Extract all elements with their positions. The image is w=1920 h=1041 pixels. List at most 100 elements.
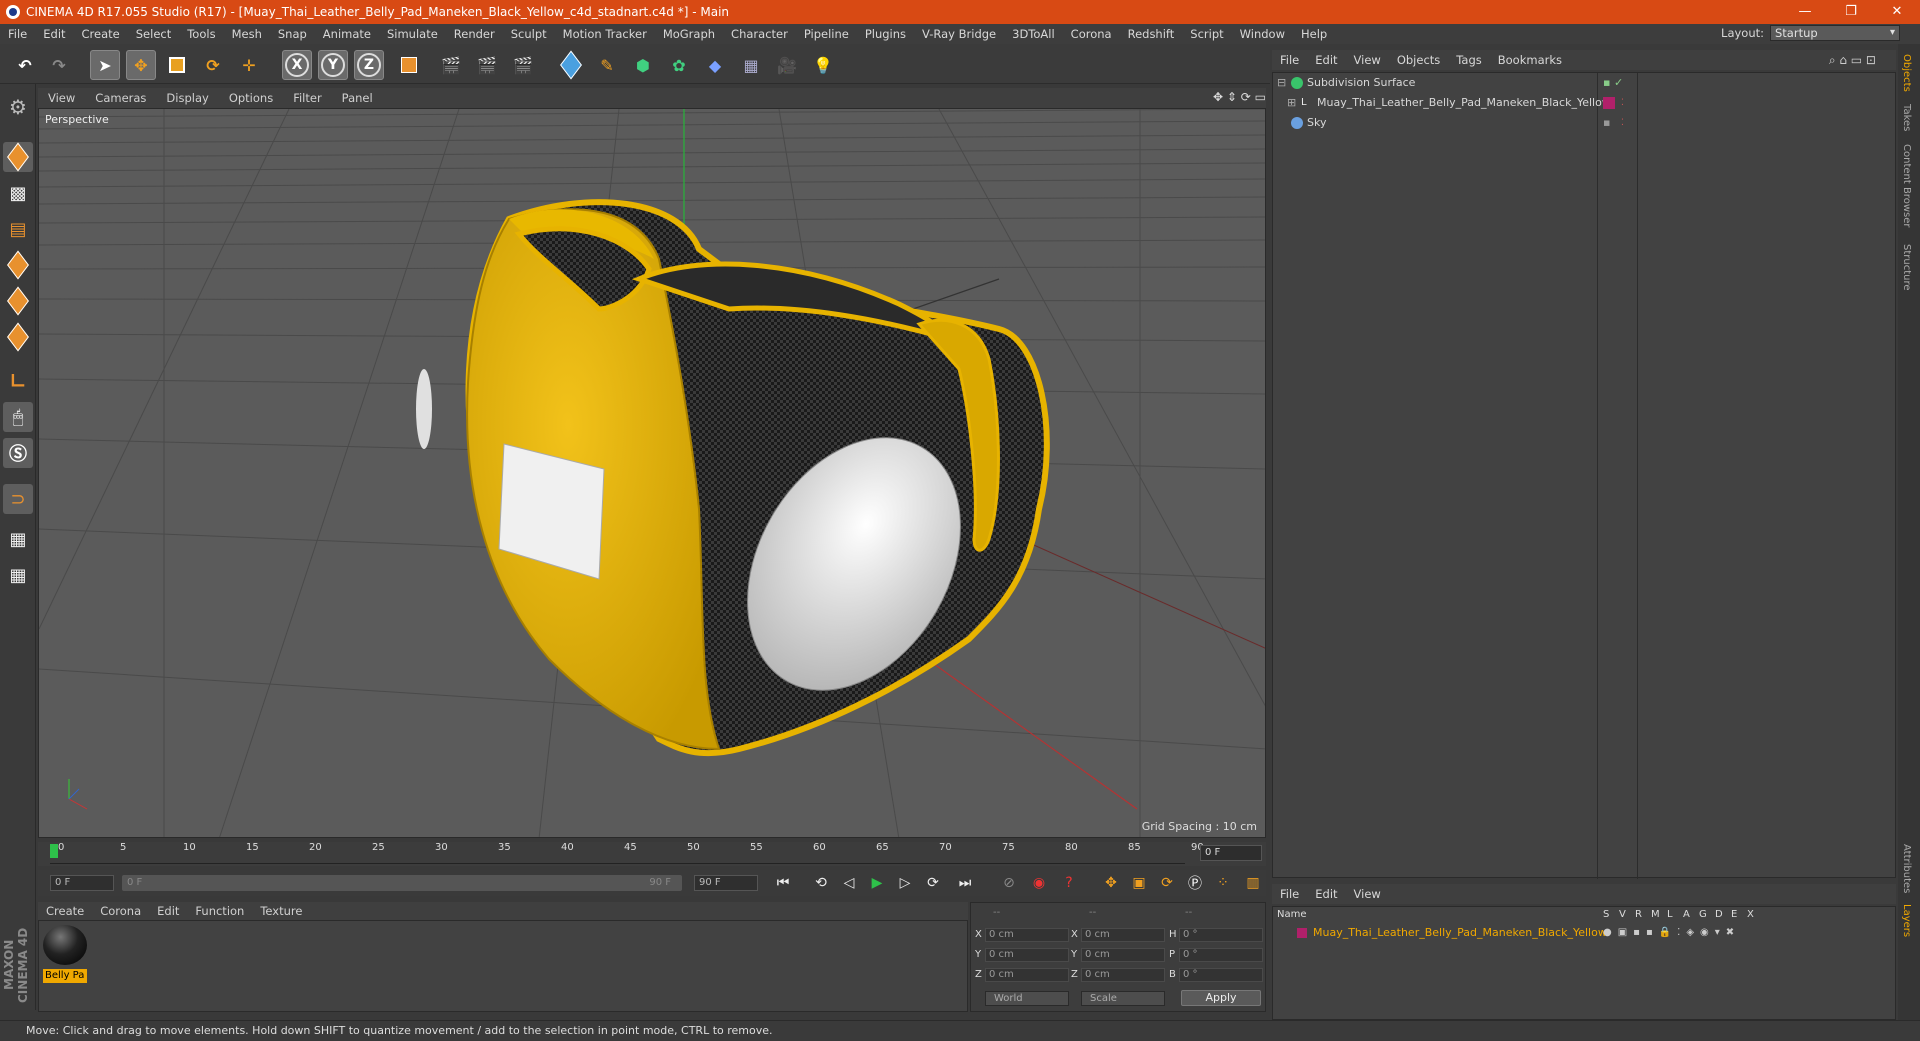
- timeline-ruler[interactable]: 0 5 10 15 20 25 30 35 40 45 50 55 60 65 …: [50, 842, 1204, 864]
- layer-color-swatch[interactable]: [1297, 928, 1307, 938]
- size-y-field[interactable]: 0 cm: [1081, 948, 1165, 962]
- make-editable-icon[interactable]: ⚙: [3, 92, 33, 122]
- play-icon[interactable]: ▶: [866, 873, 888, 893]
- viewport-menu-view[interactable]: View: [38, 91, 85, 105]
- key-pla-icon[interactable]: ⁘: [1212, 873, 1234, 893]
- object-row-belly-pad[interactable]: ⊞ L Muay_Thai_Leather_Belly_Pad_Maneken_…: [1273, 93, 1897, 113]
- side-tab-takes[interactable]: Takes: [1901, 104, 1912, 131]
- end-frame-field[interactable]: 90 F: [694, 875, 758, 891]
- object-row-subdivision-surface[interactable]: ⊟ Subdivision Surface ▪ ✓: [1273, 73, 1897, 93]
- object-name[interactable]: Muay_Thai_Leather_Belly_Pad_Maneken_Blac…: [1317, 93, 1611, 113]
- menu-corona[interactable]: Corona: [1063, 27, 1120, 41]
- playhead[interactable]: [50, 844, 58, 858]
- visibility-dots-icon[interactable]: ⁚: [1621, 113, 1624, 133]
- key-rotation-icon[interactable]: ⟳: [1156, 873, 1178, 893]
- size-z-field[interactable]: 0 cm: [1081, 968, 1165, 982]
- object-name[interactable]: Subdivision Surface: [1307, 73, 1415, 93]
- deformer-icon[interactable]: ◆: [700, 50, 730, 80]
- menu-render[interactable]: Render: [446, 27, 503, 41]
- timeline[interactable]: 0 5 10 15 20 25 30 35 40 45 50 55 60 65 …: [38, 842, 1266, 866]
- visibility-dots-icon[interactable]: ⁚: [1621, 93, 1624, 113]
- material-tag-icon[interactable]: [1603, 97, 1615, 109]
- rotation-h-field[interactable]: 0 °: [1179, 928, 1263, 942]
- apply-button[interactable]: Apply: [1181, 990, 1261, 1006]
- sky-tag-icon[interactable]: ▪: [1603, 113, 1610, 133]
- layers-menu-view[interactable]: View: [1346, 887, 1389, 901]
- menu-motion-tracker[interactable]: Motion Tracker: [555, 27, 655, 41]
- rotation-b-field[interactable]: 0 °: [1179, 968, 1263, 982]
- expand-icon[interactable]: ⊞: [1287, 93, 1296, 113]
- rotation-p-field[interactable]: 0 °: [1179, 948, 1263, 962]
- autokey-icon[interactable]: ◉: [1028, 873, 1050, 893]
- position-z-field[interactable]: 0 cm: [985, 968, 1069, 982]
- next-frame-icon[interactable]: ▷: [894, 873, 916, 893]
- mograph-cloner-icon[interactable]: ✿: [664, 50, 694, 80]
- select-cursor-icon[interactable]: ➤: [90, 50, 120, 80]
- pen-spline-icon[interactable]: ✎: [592, 50, 622, 80]
- coordinate-space-dropdown[interactable]: World: [985, 991, 1069, 1006]
- previous-frame-icon[interactable]: ◁: [838, 873, 860, 893]
- menu-sculpt[interactable]: Sculpt: [503, 27, 555, 41]
- planar-workplane-icon[interactable]: ▦: [3, 560, 33, 590]
- menu-select[interactable]: Select: [128, 27, 179, 41]
- object-row-sky[interactable]: Sky ▪ ⁚: [1273, 113, 1897, 133]
- objects-menu-view[interactable]: View: [1346, 53, 1389, 67]
- objects-menu-bookmarks[interactable]: Bookmarks: [1490, 53, 1570, 67]
- menu-animate[interactable]: Animate: [315, 27, 379, 41]
- rotate-tool-icon[interactable]: ⟳: [198, 50, 228, 80]
- close-button[interactable]: ✕: [1874, 0, 1920, 24]
- position-x-field[interactable]: 0 cm: [985, 928, 1069, 942]
- side-tab-attributes[interactable]: Attributes: [1901, 844, 1912, 893]
- previous-key-icon[interactable]: ⟲: [810, 873, 832, 893]
- restore-button[interactable]: ❐: [1828, 0, 1874, 24]
- polygons-mode-icon[interactable]: [3, 322, 33, 352]
- next-key-icon[interactable]: ⟳: [922, 873, 944, 893]
- menu-create[interactable]: Create: [74, 27, 128, 41]
- menu-mesh[interactable]: Mesh: [224, 27, 270, 41]
- menu-mograph[interactable]: MoGraph: [655, 27, 723, 41]
- camera-icon[interactable]: 🎥: [772, 50, 802, 80]
- coordinate-system-icon[interactable]: [394, 50, 424, 80]
- axis-mode-icon[interactable]: ∟: [3, 366, 33, 396]
- layer-toggle-icons[interactable]: ●▣▪▪🔒⁚◈◉▾✖: [1603, 925, 1740, 941]
- minimize-button[interactable]: —: [1782, 0, 1828, 24]
- menu-redshift[interactable]: Redshift: [1120, 27, 1183, 41]
- viewport-menu-filter[interactable]: Filter: [283, 91, 331, 105]
- material-label[interactable]: Belly Pa: [43, 969, 87, 983]
- layers-menu-file[interactable]: File: [1272, 887, 1307, 901]
- material-menu-edit[interactable]: Edit: [149, 904, 187, 918]
- layers-menu-edit[interactable]: Edit: [1307, 887, 1345, 901]
- menu-script[interactable]: Script: [1182, 27, 1231, 41]
- menu-edit[interactable]: Edit: [35, 27, 73, 41]
- tweak-mode-icon[interactable]: 🖱: [3, 402, 33, 432]
- magnet-icon[interactable]: ⊃: [3, 484, 33, 514]
- key-parameter-icon[interactable]: Ⓟ: [1184, 873, 1206, 893]
- scale-tool-icon[interactable]: [162, 50, 192, 80]
- viewport-nav-icons[interactable]: ✥ ⇕ ⟳ ▭: [1213, 90, 1266, 104]
- subdivision-surface-icon[interactable]: ⬢: [628, 50, 658, 80]
- menu-plugins[interactable]: Plugins: [857, 27, 914, 41]
- layer-name[interactable]: Muay_Thai_Leather_Belly_Pad_Maneken_Blac…: [1313, 925, 1607, 941]
- side-tab-structure[interactable]: Structure: [1901, 244, 1912, 291]
- material-menu-corona[interactable]: Corona: [92, 904, 149, 918]
- objects-menu-edit[interactable]: Edit: [1307, 53, 1345, 67]
- y-axis-lock-button[interactable]: Y: [318, 50, 348, 80]
- viewport-menu-panel[interactable]: Panel: [332, 91, 383, 105]
- objects-menu-file[interactable]: File: [1272, 53, 1307, 67]
- cube-primitive-icon[interactable]: [556, 50, 586, 80]
- material-menu-texture[interactable]: Texture: [252, 904, 310, 918]
- viewport-menu-display[interactable]: Display: [156, 91, 218, 105]
- model-mode-icon[interactable]: [3, 142, 33, 172]
- material-preview-ball[interactable]: [43, 925, 87, 965]
- snap-enable-icon[interactable]: Ⓢ: [3, 438, 33, 468]
- menu-simulate[interactable]: Simulate: [379, 27, 446, 41]
- menu-window[interactable]: Window: [1232, 27, 1293, 41]
- current-frame-field[interactable]: 0 F: [1200, 845, 1262, 861]
- redo-icon[interactable]: ↷: [44, 50, 74, 80]
- menu-pipeline[interactable]: Pipeline: [796, 27, 857, 41]
- viewport-menu-options[interactable]: Options: [219, 91, 283, 105]
- go-to-start-icon[interactable]: ⏮: [772, 873, 794, 893]
- locked-workplane-icon[interactable]: ▦: [3, 524, 33, 554]
- size-x-field[interactable]: 0 cm: [1081, 928, 1165, 942]
- render-settings-icon[interactable]: 🎬: [508, 50, 538, 80]
